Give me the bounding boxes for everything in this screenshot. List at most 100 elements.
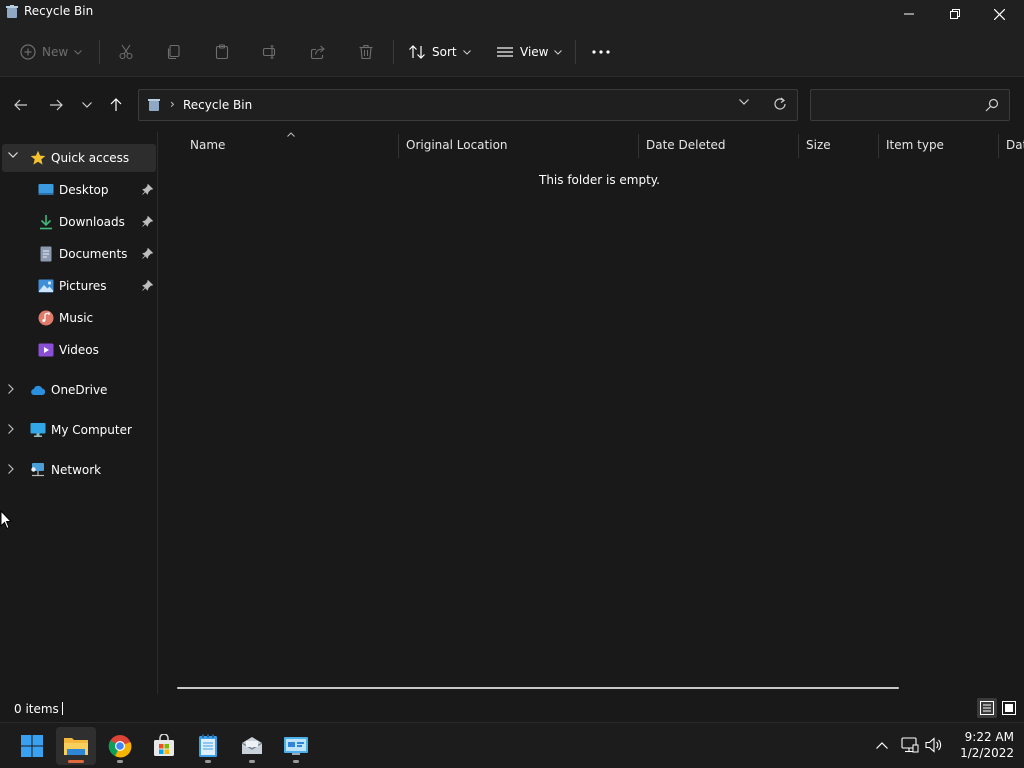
view-button[interactable]: View [496, 38, 563, 66]
volume-button[interactable] [924, 735, 944, 755]
pin-icon[interactable] [142, 248, 153, 259]
sidebar-item-label: Desktop [59, 183, 109, 197]
close-icon [993, 8, 1005, 20]
downloads-icon [40, 215, 52, 230]
column-divider[interactable] [398, 134, 399, 158]
taskbar-store[interactable] [144, 727, 184, 765]
sidebar-item-label: Network [51, 463, 102, 477]
chevron-down-icon[interactable] [739, 99, 749, 105]
sidebar-item-my-computer[interactable]: My Computer [2, 416, 156, 444]
sidebar-item-music[interactable]: Music [2, 304, 156, 332]
recent-locations-button[interactable] [75, 93, 99, 117]
taskbar-notepad[interactable] [188, 727, 228, 765]
taskbar-mail[interactable] [232, 727, 272, 765]
status-bar: 0 items [0, 694, 1024, 722]
sidebar-item-network[interactable]: Network [2, 456, 156, 484]
sidebar-item-quick-access[interactable]: Quick access [2, 144, 156, 172]
sidebar-item-desktop[interactable]: Desktop [2, 176, 156, 204]
taskbar-file-explorer[interactable] [56, 727, 96, 765]
pin-icon[interactable] [142, 184, 153, 195]
search-box[interactable] [810, 89, 1010, 121]
recycle-bin-icon [148, 99, 160, 111]
clock[interactable]: 9:22 AM 1/2/2022 [950, 729, 1014, 761]
back-button[interactable] [9, 93, 33, 117]
sidebar-item-label: Music [59, 311, 94, 325]
more-options-button[interactable] [592, 38, 610, 66]
large-icons-view-button[interactable] [999, 698, 1019, 718]
chevron-down-icon [554, 49, 563, 55]
column-divider[interactable] [638, 134, 639, 158]
copy-button[interactable] [166, 38, 182, 66]
music-icon [38, 310, 54, 326]
view-icon [497, 47, 513, 57]
navigation-pane: Quick access Desktop Downloads Documents [0, 132, 158, 694]
minimize-button[interactable] [886, 0, 932, 28]
sort-button[interactable]: Sort [408, 38, 471, 66]
mouse-cursor-icon [0, 510, 12, 530]
command-bar: New Sort View [0, 28, 1024, 76]
rename-button[interactable] [262, 38, 278, 66]
sort-icon [409, 45, 425, 59]
start-button[interactable] [12, 727, 52, 765]
taskbar: 9:22 AM 1/2/2022 [0, 722, 1024, 768]
breadcrumb-recycle-bin[interactable]: Recycle Bin [183, 98, 252, 112]
pin-icon[interactable] [142, 280, 153, 291]
column-divider[interactable] [998, 134, 999, 158]
chevron-right-icon[interactable] [8, 464, 14, 474]
refresh-icon[interactable] [773, 97, 787, 111]
restore-button[interactable] [932, 0, 978, 28]
large-icons-view-icon [1002, 701, 1016, 715]
details-view-button[interactable] [977, 698, 997, 718]
chevron-down-icon[interactable] [8, 152, 18, 158]
toolbar-separator [99, 40, 100, 64]
taskbar-control-panel[interactable] [276, 727, 316, 765]
forward-button[interactable] [44, 93, 68, 117]
column-divider[interactable] [878, 134, 879, 158]
paste-button[interactable] [214, 38, 230, 66]
running-indicator [293, 760, 299, 763]
videos-icon [38, 343, 54, 357]
minimize-icon [904, 13, 914, 15]
sidebar-item-label: Videos [59, 343, 99, 357]
horizontal-scrollbar[interactable] [177, 687, 899, 689]
share-button[interactable] [310, 38, 326, 66]
column-header-date-deleted[interactable]: Date Deleted [646, 132, 798, 158]
chevron-down-icon [74, 49, 83, 55]
taskbar-chrome[interactable] [100, 727, 140, 765]
up-button[interactable] [104, 93, 128, 117]
column-header-size[interactable]: Size [806, 132, 878, 158]
window-title: Recycle Bin [24, 4, 94, 18]
running-indicator [249, 760, 255, 763]
sidebar-item-videos[interactable]: Videos [2, 336, 156, 364]
search-input[interactable] [817, 96, 977, 116]
address-bar[interactable]: › Recycle Bin [138, 89, 798, 121]
cut-button[interactable] [118, 38, 134, 66]
sidebar-item-pictures[interactable]: Pictures [2, 272, 156, 300]
delete-button[interactable] [358, 38, 374, 66]
file-explorer-icon [64, 738, 88, 755]
close-button[interactable] [976, 0, 1022, 28]
chevron-right-icon[interactable] [8, 384, 14, 394]
toolbar-separator [575, 40, 576, 64]
details-view-icon [980, 701, 994, 715]
view-label: View [520, 45, 549, 59]
new-label: New [42, 45, 69, 59]
network-status-button[interactable] [900, 735, 920, 755]
column-header-original-location[interactable]: Original Location [406, 132, 638, 158]
sidebar-item-documents[interactable]: Documents [2, 240, 156, 268]
new-button[interactable]: New [20, 38, 83, 66]
column-divider[interactable] [798, 134, 799, 158]
pin-icon[interactable] [142, 216, 153, 227]
onedrive-icon [31, 385, 46, 395]
show-hidden-icons-button[interactable] [872, 735, 892, 755]
column-header-item-type[interactable]: Item type [886, 132, 998, 158]
chevron-right-icon[interactable] [8, 424, 14, 434]
chrome-icon [108, 735, 132, 758]
column-header-date[interactable]: Dat [1006, 132, 1024, 158]
more-icon [592, 50, 610, 54]
star-icon [30, 150, 46, 165]
sidebar-item-downloads[interactable]: Downloads [2, 208, 156, 236]
sidebar-item-onedrive[interactable]: OneDrive [2, 376, 156, 404]
column-header-name[interactable]: Name [190, 132, 398, 158]
store-icon [154, 734, 174, 756]
